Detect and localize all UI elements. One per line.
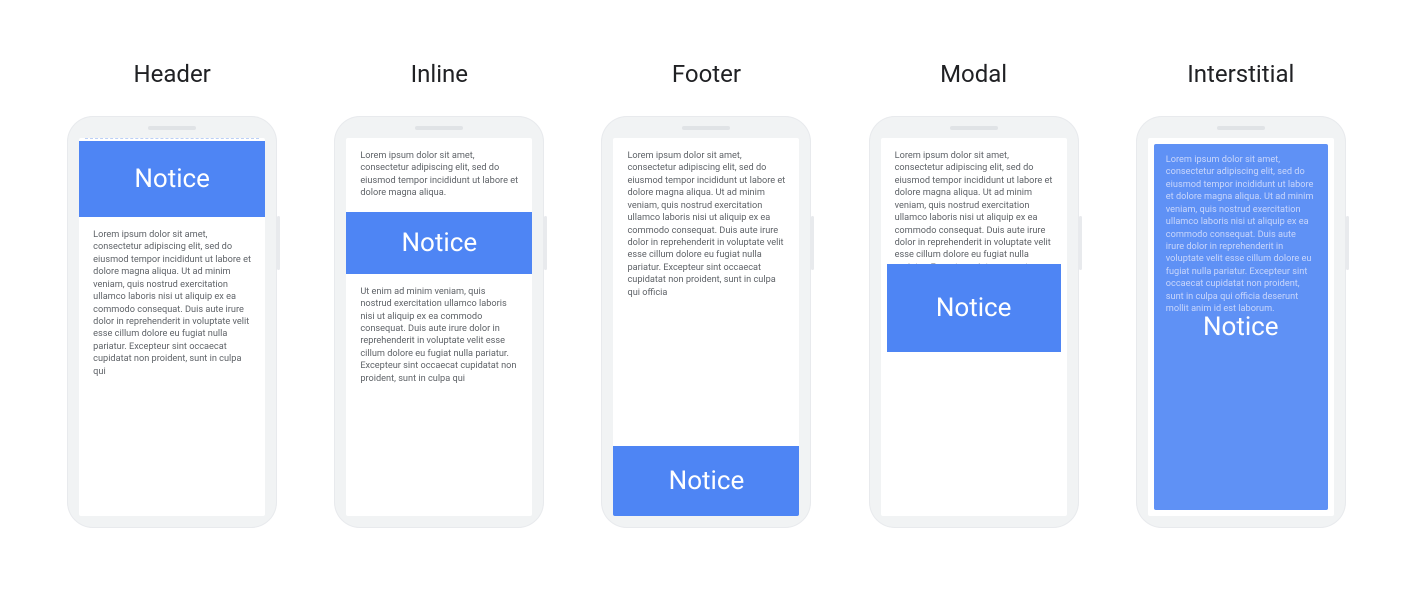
column-footer: Footer Lorem ipsum dolor sit amet, conse… xyxy=(581,60,831,528)
body-text: Lorem ipsum dolor sit amet, consectetur … xyxy=(360,150,518,200)
notice-banner-footer: Notice xyxy=(613,446,799,516)
notice-modal: Notice xyxy=(887,264,1061,352)
column-title: Header xyxy=(134,60,211,88)
column-inline: Inline Lorem ipsum dolor sit amet, conse… xyxy=(314,60,564,528)
device-screen: Lorem ipsum dolor sit amet, consectetur … xyxy=(1148,138,1334,516)
column-header: Header Notice Lorem ipsum dolor sit amet… xyxy=(47,60,297,528)
device-screen: Notice Lorem ipsum dolor sit amet, conse… xyxy=(79,138,265,516)
device-screen: Lorem ipsum dolor sit amet, consectetur … xyxy=(346,138,532,516)
notice-interstitial-overlay: Lorem ipsum dolor sit amet, consectetur … xyxy=(1154,144,1328,510)
device-frame: Lorem ipsum dolor sit amet, consectetur … xyxy=(334,116,544,528)
column-title: Modal xyxy=(940,60,1007,88)
diagram-row: Header Notice Lorem ipsum dolor sit amet… xyxy=(0,0,1413,548)
device-frame: Lorem ipsum dolor sit amet, consectetur … xyxy=(869,116,1079,528)
device-frame: Notice Lorem ipsum dolor sit amet, conse… xyxy=(67,116,277,528)
column-title: Interstitial xyxy=(1187,60,1294,88)
notice-banner-inline: Notice xyxy=(346,212,532,274)
column-modal: Modal Lorem ipsum dolor sit amet, consec… xyxy=(849,60,1099,528)
device-screen: Lorem ipsum dolor sit amet, consectetur … xyxy=(613,138,799,516)
body-text: Lorem ipsum dolor sit amet, consectetur … xyxy=(627,150,785,299)
device-screen: Lorem ipsum dolor sit amet, consectetur … xyxy=(881,138,1067,516)
body-text: Lorem ipsum dolor sit amet, consectetur … xyxy=(93,229,251,378)
column-title: Footer xyxy=(672,60,741,88)
device-frame: Lorem ipsum dolor sit amet, consectetur … xyxy=(1136,116,1346,528)
body-text: Ut enim ad minim veniam, quis nostrud ex… xyxy=(360,286,518,385)
notice-banner-header: Notice xyxy=(79,141,265,217)
device-frame: Lorem ipsum dolor sit amet, consectetur … xyxy=(601,116,811,528)
notice-label: Notice xyxy=(1203,312,1279,342)
column-title: Inline xyxy=(411,60,468,88)
column-interstitial: Interstitial Lorem ipsum dolor sit amet,… xyxy=(1116,60,1366,528)
